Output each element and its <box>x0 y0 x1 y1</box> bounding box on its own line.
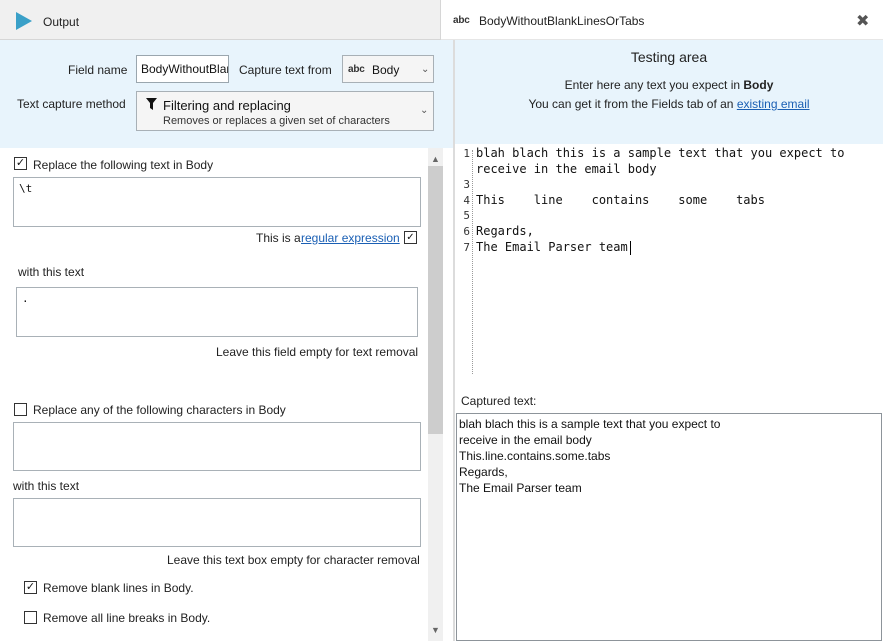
capture-method-select[interactable]: Filtering and replacing Removes or repla… <box>136 91 434 131</box>
captured-line: receive in the email body <box>459 433 592 447</box>
capture-from-select[interactable]: abc Body ⌄ <box>342 55 434 83</box>
filter-icon <box>146 98 157 110</box>
existing-email-link[interactable]: existing email <box>737 97 810 111</box>
scrollbar-thumb[interactable] <box>428 166 443 434</box>
editor-line: The Email Parser team <box>476 239 628 254</box>
sample-text-editor[interactable] <box>455 144 883 384</box>
testing-title: Testing area <box>630 49 708 65</box>
replace-with-input[interactable]: . <box>16 287 418 337</box>
captured-lines: blah blach this is a sample text that yo… <box>459 417 720 497</box>
testing-source: You can get it from the Fields tab of an… <box>455 97 883 111</box>
remove-blank-lines-checkbox[interactable]: ✓ <box>24 581 37 594</box>
capture-method-label: Text capture method <box>17 97 126 111</box>
line-number: 4 <box>463 193 470 207</box>
replace-with-hint: Leave this field empty for text removal <box>216 345 419 359</box>
chars-hint: Leave this text box empty for character … <box>167 553 420 567</box>
line-number: 3 <box>463 178 470 192</box>
capture-method-subtitle: Removes or replaces a given set of chara… <box>163 115 390 127</box>
scroll-up-icon[interactable]: ▲ <box>431 154 440 164</box>
testing-source-prefix: You can get it from the Fields tab of an <box>528 97 734 111</box>
testing-instruction: Enter here any text you expect in Body <box>455 78 883 92</box>
captured-line: This.line.contains.some.tabs <box>459 449 611 463</box>
captured-line: blah blach this is a sample text that yo… <box>459 417 721 431</box>
field-name-input[interactable]: BodyWithoutBlan <box>136 55 229 83</box>
captured-text-label: Captured text: <box>461 394 537 408</box>
tab-field-label: BodyWithoutBlankLinesOrTabs <box>479 14 645 28</box>
line-number: 6 <box>463 225 470 238</box>
remove-blank-lines-label: Remove blank lines in Body. <box>43 581 194 595</box>
field-name-label: Field name <box>68 63 128 77</box>
tab-field[interactable]: abc BodyWithoutBlankLinesOrTabs ✖ <box>441 0 883 40</box>
chevron-down-icon: ⌄ <box>420 105 429 116</box>
capture-from-value: Body <box>372 63 400 77</box>
line-number: 1 <box>463 147 470 160</box>
chars-input[interactable] <box>13 422 421 471</box>
line-number: 7 <box>463 240 470 254</box>
remove-line-breaks-checkbox[interactable] <box>24 611 37 624</box>
editor-gutter-line <box>472 150 473 374</box>
abc-icon: abc <box>453 15 470 26</box>
line-number: 5 <box>463 209 470 223</box>
capture-from-label: Capture text from <box>239 63 332 77</box>
captured-line: Regards, <box>459 465 508 479</box>
chars-with-label: with this text <box>13 479 80 493</box>
capture-method-title: Filtering and replacing <box>163 98 291 113</box>
replace-chars-checkbox[interactable] <box>14 403 27 416</box>
replace-text-label: Replace the following text in Body <box>33 158 214 172</box>
tab-output-label: Output <box>43 15 80 29</box>
editor-line: This line contains some tabs <box>476 192 765 207</box>
find-text-input[interactable]: \t <box>13 177 421 227</box>
captured-line: The Email Parser team <box>459 481 582 495</box>
editor-line: receive in the email body <box>476 161 657 176</box>
tab-output[interactable]: Output <box>0 0 441 40</box>
testing-instruction-prefix: Enter here any text you expect in <box>564 78 741 92</box>
captured-text-output[interactable]: blah blach this is a sample text that yo… <box>456 413 882 641</box>
scroll-down-icon[interactable]: ▼ <box>431 625 440 635</box>
replace-with-label: with this text <box>18 265 85 279</box>
chars-replace-input[interactable] <box>13 498 421 547</box>
editor-line: Regards, <box>476 224 534 238</box>
close-icon[interactable]: ✖ <box>856 11 869 31</box>
editor-line: blah blach this is a sample text that yo… <box>476 146 845 160</box>
abc-icon: abc <box>348 64 365 75</box>
regex-prefix: This is a <box>256 231 301 245</box>
chevron-down-icon: ⌄ <box>421 64 430 75</box>
regular-expression-link[interactable]: regular expression <box>301 231 400 245</box>
testing-header: Testing area Enter here any text you exp… <box>455 40 883 144</box>
replace-chars-label: Replace any of the following characters … <box>33 403 286 417</box>
regex-checkbox[interactable]: ✓ <box>404 231 417 244</box>
play-icon <box>16 12 32 30</box>
remove-line-breaks-label: Remove all line breaks in Body. <box>43 611 211 625</box>
text-caret <box>630 241 631 255</box>
testing-instruction-field: Body <box>743 78 774 92</box>
replace-text-checkbox[interactable]: ✓ <box>14 157 27 170</box>
